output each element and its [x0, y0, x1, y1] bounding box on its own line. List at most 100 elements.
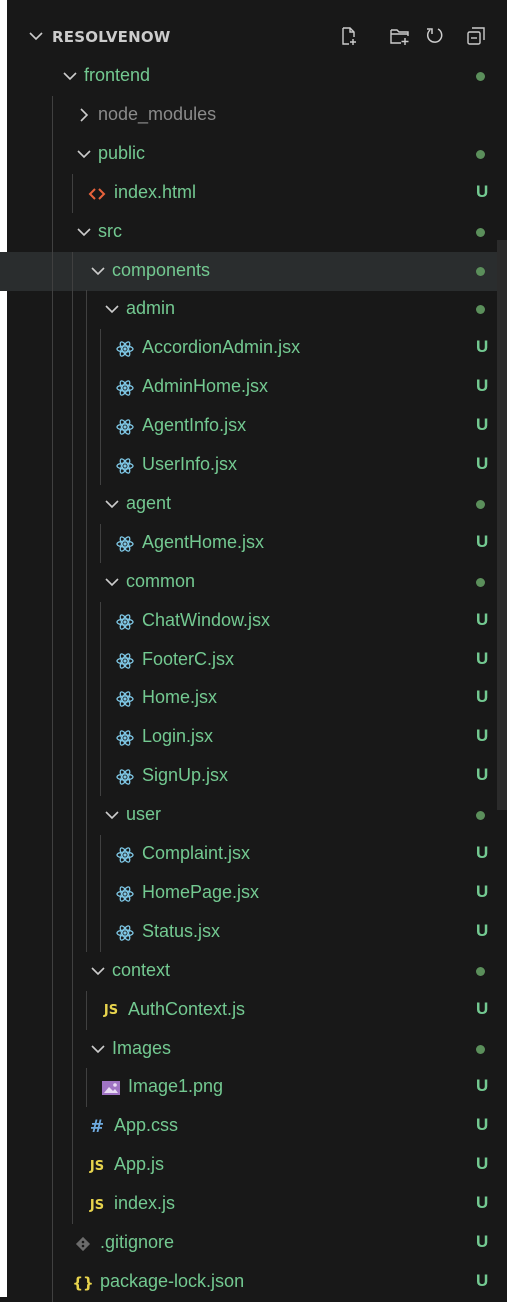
image-file-icon: [100, 1077, 122, 1099]
tree-file-row[interactable]: JS AuthContext.js U: [0, 990, 507, 1030]
indent-guide: [86, 679, 87, 719]
indent-guide: [72, 990, 73, 1030]
tree-item-label: FooterC.jsx: [142, 648, 235, 669]
javascript-icon: JS: [89, 1158, 105, 1174]
chevron-down-icon[interactable]: [102, 494, 122, 514]
tree-folder-row[interactable]: common: [0, 562, 507, 602]
chevron-down-icon[interactable]: [88, 961, 108, 981]
chevron-down-icon[interactable]: [102, 572, 122, 592]
tree-file-row[interactable]: # App.css U: [0, 1107, 507, 1147]
tree-folder-row[interactable]: frontend: [0, 57, 507, 96]
indent-guide: [52, 1068, 53, 1108]
indent-guide: [86, 484, 87, 524]
indent-guide: [72, 484, 73, 524]
tree-file-row[interactable]: AgentHome.jsx U: [0, 523, 507, 563]
git-status-dot: [476, 499, 485, 509]
tree-folder-row[interactable]: node_modules: [0, 95, 507, 135]
indent-guide: [72, 835, 73, 874]
tree-folder-row[interactable]: admin: [0, 290, 507, 330]
tree-file-row[interactable]: Status.jsx U: [0, 912, 507, 952]
tree-file-row[interactable]: HomePage.jsx U: [0, 873, 507, 913]
indent-guide: [86, 329, 87, 369]
tree-file-row[interactable]: AccordionAdmin.jsx U: [0, 329, 507, 369]
chevron-down-icon[interactable]: [60, 66, 80, 86]
tree-file-row[interactable]: AdminHome.jsx U: [0, 368, 507, 408]
chevron-right-icon[interactable]: [74, 105, 94, 125]
indent-guide: [52, 990, 53, 1030]
tree-item-label: agent: [126, 492, 172, 513]
indent-guide: [52, 407, 53, 447]
chevron-down-icon[interactable]: [88, 1039, 108, 1059]
git-icon: [72, 1233, 94, 1255]
tree-item-label: src: [98, 220, 122, 241]
indent-guide: [72, 173, 73, 213]
chevron-down-icon[interactable]: [88, 261, 108, 281]
tree-file-row[interactable]: index.html U: [0, 173, 507, 213]
indent-guide: [72, 1185, 73, 1225]
tree-file-row[interactable]: Image1.png U: [0, 1068, 507, 1108]
indent-guide: [52, 951, 53, 991]
tree-folder-row[interactable]: user: [0, 796, 507, 836]
chevron-down-icon[interactable]: [74, 144, 94, 164]
tree-item-label: common: [126, 570, 196, 591]
chevron-down-icon[interactable]: [26, 26, 46, 46]
git-status-dot: [476, 811, 485, 821]
tree-folder-row[interactable]: context: [0, 951, 507, 991]
indent-guide: [52, 446, 53, 485]
tree-item-label: public: [98, 142, 146, 163]
git-status-badge: U: [476, 1232, 489, 1251]
tree-item-label: user: [126, 804, 162, 825]
git-status-badge: U: [476, 337, 489, 357]
indent-guide: [52, 718, 53, 758]
tree-file-row[interactable]: Complaint.jsx U: [0, 835, 507, 874]
collapse-all-icon[interactable]: [465, 25, 487, 47]
react-icon: [114, 377, 136, 399]
chevron-down-icon[interactable]: [102, 805, 122, 825]
explorer-header[interactable]: RESOLVENOW: [0, 18, 507, 56]
tree-file-row[interactable]: SignUp.jsx U: [0, 757, 507, 797]
indent-guide: [72, 446, 73, 485]
scrollbar-thumb[interactable]: [497, 240, 507, 810]
indent-guide: [52, 95, 53, 135]
indent-guide: [72, 1068, 73, 1108]
tree-file-row[interactable]: Login.jsx U: [0, 718, 507, 758]
tree-file-row[interactable]: FooterC.jsx U: [0, 640, 507, 680]
tree-file-row[interactable]: {} package-lock.json U: [0, 1262, 507, 1302]
tree-file-row[interactable]: .gitignore U: [0, 1224, 507, 1263]
indent-guide: [100, 679, 101, 719]
tree-folder-row[interactable]: src: [0, 212, 507, 252]
indent-guide: [86, 873, 87, 913]
git-status-badge: U: [476, 531, 489, 551]
indent-guide: [52, 1029, 53, 1069]
chevron-down-icon[interactable]: [74, 222, 94, 242]
react-icon: [114, 611, 136, 633]
tree-file-row[interactable]: AgentInfo.jsx U: [0, 407, 507, 447]
git-status-dot: [476, 1044, 485, 1054]
tree-file-row[interactable]: ChatWindow.jsx U: [0, 601, 507, 641]
indent-guide: [86, 562, 87, 602]
indent-guide: [100, 640, 101, 680]
tree-file-row[interactable]: JS App.js U: [0, 1146, 507, 1186]
tree-folder-row[interactable]: Images: [0, 1029, 507, 1069]
indent-guide: [72, 368, 73, 408]
new-folder-icon[interactable]: [389, 25, 411, 47]
tree-item-label: index.js: [114, 1193, 176, 1214]
tree-folder-row[interactable]: components: [0, 251, 507, 291]
indent-guide: [86, 718, 87, 758]
indent-guide: [52, 640, 53, 680]
chevron-down-icon[interactable]: [102, 299, 122, 319]
tree-item-label: HomePage.jsx: [142, 881, 260, 902]
tree-file-row[interactable]: JS index.js U: [0, 1185, 507, 1225]
tree-folder-row[interactable]: public: [0, 134, 507, 174]
new-file-icon[interactable]: [338, 25, 360, 47]
indent-guide: [86, 523, 87, 563]
indent-guide: [52, 1224, 53, 1263]
react-icon: [114, 416, 136, 438]
indent-guide: [100, 407, 101, 447]
tree-folder-row[interactable]: agent: [0, 484, 507, 524]
indent-guide: [52, 757, 53, 797]
tree-file-row[interactable]: Home.jsx U: [0, 679, 507, 719]
refresh-icon[interactable]: [424, 25, 446, 47]
tree-file-row[interactable]: UserInfo.jsx U: [0, 446, 507, 485]
indent-guide: [100, 835, 101, 874]
